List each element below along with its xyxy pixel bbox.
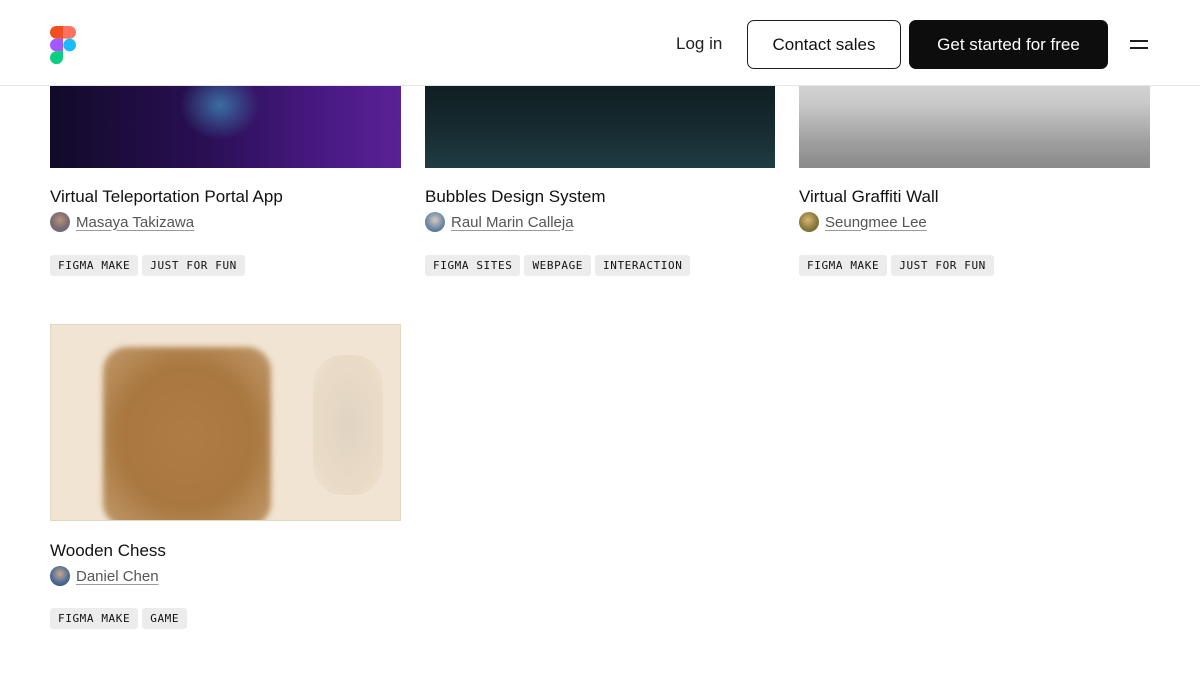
contact-sales-button[interactable]: Contact sales bbox=[747, 20, 901, 69]
project-title[interactable]: Virtual Graffiti Wall bbox=[799, 187, 939, 207]
tag[interactable]: JUST FOR FUN bbox=[891, 255, 994, 276]
project-author[interactable]: Raul Marin Calleja bbox=[425, 212, 574, 232]
login-link[interactable]: Log in bbox=[676, 34, 722, 54]
project-author[interactable]: Masaya Takizawa bbox=[50, 212, 194, 232]
author-avatar bbox=[50, 212, 70, 232]
tag[interactable]: INTERACTION bbox=[595, 255, 691, 276]
tag-list: FIGMA MAKE GAME bbox=[50, 608, 188, 629]
author-avatar bbox=[799, 212, 819, 232]
author-name-link[interactable]: Daniel Chen bbox=[76, 568, 159, 585]
project-thumbnail[interactable] bbox=[50, 324, 401, 521]
project-author[interactable]: Daniel Chen bbox=[50, 566, 159, 586]
tag-list: FIGMA MAKE JUST FOR FUN bbox=[50, 255, 245, 276]
tag[interactable]: JUST FOR FUN bbox=[142, 255, 245, 276]
hamburger-menu-icon[interactable] bbox=[1128, 36, 1152, 54]
tag-list: FIGMA MAKE JUST FOR FUN bbox=[799, 255, 994, 276]
chess-board-image bbox=[103, 347, 271, 520]
site-header: Log in Contact sales Get started for fre… bbox=[0, 0, 1200, 86]
thumbnail-detail-image bbox=[313, 355, 383, 495]
author-name-link[interactable]: Masaya Takizawa bbox=[76, 214, 194, 231]
author-name-link[interactable]: Raul Marin Calleja bbox=[451, 214, 574, 231]
tag[interactable]: WEBPAGE bbox=[524, 255, 592, 276]
author-avatar bbox=[425, 212, 445, 232]
tag[interactable]: FIGMA MAKE bbox=[50, 255, 139, 276]
project-title[interactable]: Wooden Chess bbox=[50, 541, 166, 561]
author-name-link[interactable]: Seungmee Lee bbox=[825, 214, 927, 231]
project-title[interactable]: Bubbles Design System bbox=[425, 187, 605, 207]
author-avatar bbox=[50, 566, 70, 586]
project-card[interactable]: Wooden Chess Daniel Chen FIGMA MAKE GAME bbox=[50, 324, 401, 629]
tag[interactable]: FIGMA MAKE bbox=[50, 608, 139, 629]
tag[interactable]: FIGMA SITES bbox=[425, 255, 521, 276]
get-started-button[interactable]: Get started for free bbox=[909, 20, 1108, 69]
project-title[interactable]: Virtual Teleportation Portal App bbox=[50, 187, 283, 207]
tag[interactable]: FIGMA MAKE bbox=[799, 255, 888, 276]
figma-logo-icon[interactable] bbox=[49, 26, 77, 65]
project-author[interactable]: Seungmee Lee bbox=[799, 212, 927, 232]
tag-list: FIGMA SITES WEBPAGE INTERACTION bbox=[425, 255, 691, 276]
tag[interactable]: GAME bbox=[142, 608, 188, 629]
